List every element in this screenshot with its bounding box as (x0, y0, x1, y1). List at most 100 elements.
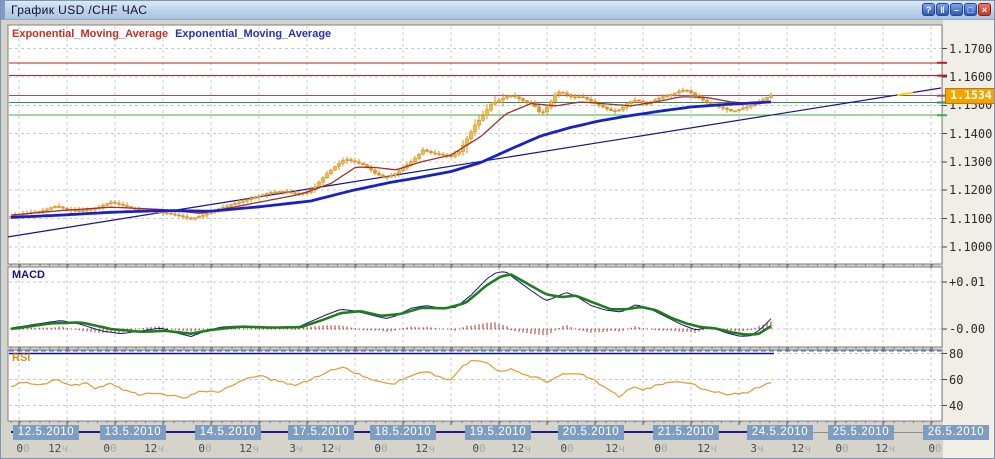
close-button[interactable]: × (978, 3, 991, 16)
candle-body (634, 100, 637, 101)
date-badge: 21.5.2010 (653, 425, 719, 440)
candle-body (570, 95, 573, 97)
candle-body (586, 97, 589, 99)
main-chart-panel (8, 25, 942, 264)
candle-body (374, 170, 377, 173)
time-label: 3ч (289, 442, 302, 455)
time-label: 12ч (48, 442, 68, 455)
candle-body (82, 210, 85, 211)
candle-body (538, 107, 541, 112)
help-button[interactable]: ? (922, 3, 935, 16)
candle-body (442, 154, 445, 155)
price-axis-label: 1.1200 (949, 183, 995, 197)
candle-body (322, 178, 325, 183)
pause-button[interactable]: ‖ (936, 3, 949, 16)
candle-body (330, 170, 333, 174)
candle-body (422, 150, 425, 154)
candle-body (706, 100, 709, 102)
date-badge: 18.5.2010 (370, 425, 436, 440)
candle-body (602, 105, 605, 107)
candle-body (682, 90, 685, 91)
candle-body (438, 154, 441, 155)
candle-body (514, 96, 517, 97)
date-badge: 26.5.2010 (923, 425, 989, 440)
candle-body (58, 206, 61, 207)
candle-body (242, 201, 245, 202)
candle-body (362, 163, 365, 164)
candle-body (122, 204, 125, 205)
candle-body (386, 177, 389, 178)
candle-body (478, 120, 481, 125)
candle-body (286, 191, 289, 192)
macd-panel-label: MACD (12, 269, 45, 281)
candle-body (294, 193, 297, 194)
candle-body (394, 174, 397, 176)
candle-body (354, 161, 357, 162)
candle-body (658, 98, 661, 100)
candle-body (574, 97, 577, 98)
candle-body (90, 209, 93, 210)
rsi-panel-label: RSI (12, 352, 30, 364)
candle-body (458, 152, 461, 154)
candle-body (278, 192, 281, 193)
candle-body (190, 218, 193, 219)
candle-body (638, 100, 641, 101)
candle-body (582, 97, 585, 98)
chart-window: График USD /CHF ЧАС ?‖–□× Exponential_Mo… (0, 0, 995, 459)
candle-body (494, 102, 497, 104)
date-badge: 12.5.2010 (13, 425, 79, 440)
candle-body (162, 212, 165, 213)
candle-body (430, 151, 433, 152)
time-label: 12ч (697, 442, 717, 455)
candle-body (342, 161, 345, 164)
time-label: 12ч (321, 442, 341, 455)
candle-body (398, 171, 401, 174)
candle-body (390, 175, 393, 177)
window-buttons: ?‖–□× (921, 3, 991, 21)
date-badge: 25.5.2010 (828, 425, 894, 440)
ema-fast-label: Exponential_Moving_Average (12, 28, 168, 40)
candle-body (54, 206, 57, 207)
time-label: 00 (103, 442, 116, 455)
indicator-header: Exponential_Moving_Average Exponential_Mo… (12, 28, 331, 40)
candle-body (258, 196, 261, 197)
candle-body (246, 200, 249, 201)
date-badge: 20.5.2010 (558, 425, 624, 440)
candle-body (46, 209, 49, 210)
candle-body (254, 197, 257, 198)
candle-body (738, 109, 741, 110)
candle-body (186, 217, 189, 218)
candle-body (126, 206, 129, 207)
ema-slow-label: Exponential_Moving_Average (175, 28, 331, 40)
date-badge: 24.5.2010 (747, 425, 813, 440)
title-bar[interactable]: График USD /CHF ЧАС ?‖–□× (1, 1, 995, 20)
rsi-axis-label: 40 (949, 399, 995, 413)
candle-body (642, 101, 645, 104)
candle-body (474, 125, 477, 132)
candle-body (174, 214, 177, 215)
time-label: 12ч (415, 442, 435, 455)
time-label: 12ч (511, 442, 531, 455)
candle-body (622, 107, 625, 109)
maximize-button[interactable]: □ (964, 3, 977, 16)
candle-body (326, 174, 329, 178)
date-badge: 13.5.2010 (100, 425, 166, 440)
candle-body (250, 198, 253, 199)
candle-body (358, 162, 361, 163)
titlebar-accent (1, 1, 5, 19)
candle-body (110, 202, 113, 204)
chart-canvas (1, 1, 995, 459)
candle-body (518, 97, 521, 99)
minimize-button[interactable]: – (950, 3, 963, 16)
candle-body (766, 97, 769, 99)
candle-body (542, 112, 545, 113)
candle-body (722, 107, 725, 108)
candle-body (118, 203, 121, 204)
candle-body (486, 110, 489, 116)
time-label: 00 (472, 442, 485, 455)
candle-body (726, 108, 729, 109)
macd-panel (8, 267, 942, 347)
time-label: 00 (835, 442, 848, 455)
time-label: 00 (198, 442, 211, 455)
candle-body (166, 213, 169, 214)
